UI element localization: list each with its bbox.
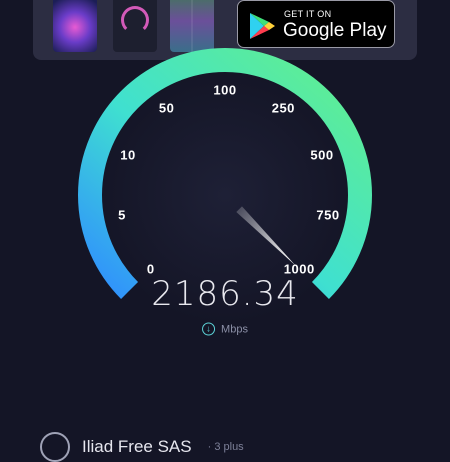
tick-label: 250: [271, 100, 295, 116]
tick-label: 50: [158, 100, 175, 116]
tick-label: 5: [118, 207, 126, 223]
provider-sub: · 3 plus: [207, 441, 244, 453]
tick-label: 100: [213, 82, 237, 98]
tick-label: 750: [316, 207, 340, 223]
speed-value: 2186.34: [151, 274, 299, 314]
provider-name: Iliad Free SAS: [82, 437, 192, 456]
unit-label: Mbps: [221, 323, 248, 335]
unit-row: ↓ Mbps: [202, 322, 248, 336]
download-icon: ↓: [202, 322, 216, 336]
provider-row[interactable]: Iliad Free SAS · 3 plus: [40, 432, 244, 462]
speed-gauge: [78, 48, 372, 323]
tick-label: 500: [310, 147, 334, 163]
tick-label: 10: [120, 147, 136, 163]
provider-icon: [40, 432, 70, 462]
